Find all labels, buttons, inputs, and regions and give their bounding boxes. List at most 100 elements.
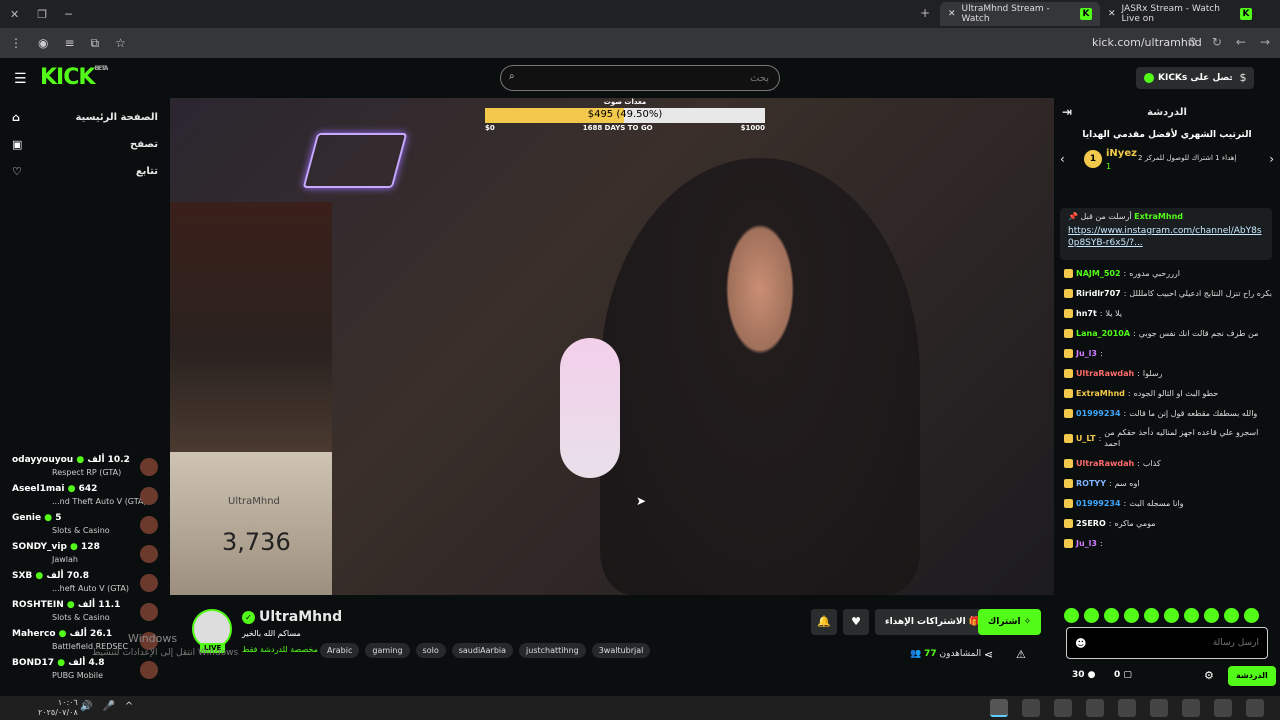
emote-icon[interactable] — [1164, 608, 1179, 623]
taskbar-search-icon[interactable] — [1214, 699, 1232, 717]
chat-send-button[interactable]: الدردشة — [1228, 666, 1276, 686]
recommended-channel[interactable]: 128 ● SONDY_vip Jawlah — [0, 540, 170, 569]
chat-username[interactable]: hn7t — [1076, 308, 1097, 319]
recommended-channel[interactable]: 5 ● Genie Slots & Casino — [0, 511, 170, 540]
kicks-balance[interactable]: 30 ● — [1072, 670, 1096, 680]
channel-points[interactable]: 0 ▢ — [1114, 670, 1132, 680]
chat-input-box[interactable]: ☻ — [1066, 627, 1268, 659]
forward-icon[interactable]: → — [1260, 35, 1270, 49]
sidebar-item-home[interactable]: الصفحة الرئيسية ⌂ — [0, 104, 170, 131]
file-explorer-icon[interactable] — [1150, 699, 1168, 717]
stream-tag[interactable]: saudiAarbia — [451, 643, 514, 658]
chevron-right-icon[interactable]: › — [1269, 152, 1274, 166]
chevron-left-icon[interactable]: ‹ — [1060, 152, 1065, 166]
chat-username[interactable]: 2SERO — [1076, 518, 1106, 529]
chat-username[interactable]: Ju_l3 — [1076, 348, 1097, 359]
leader-username[interactable]: iNyez — [1106, 148, 1137, 159]
recommended-channel[interactable]: 4.8 ألف ● BOND17 PUBG Mobile — [0, 656, 170, 685]
extensions-icon[interactable]: ⧉ — [91, 36, 100, 51]
hamburger-menu-icon[interactable]: ☰ — [14, 71, 27, 87]
chat-username[interactable]: 01999234 — [1076, 498, 1121, 509]
browser-tab-inactive[interactable]: ✕ JASRx Stream - Watch Live on K — [1100, 2, 1260, 26]
window-minimize-icon[interactable]: ─ — [65, 8, 72, 21]
reading-list-icon[interactable]: ≡ — [64, 36, 74, 51]
chat-username[interactable]: 01999234 — [1076, 408, 1121, 419]
emote-icon[interactable] — [1144, 608, 1159, 623]
edge-icon[interactable] — [1182, 699, 1200, 717]
emote-icon[interactable] — [1244, 608, 1259, 623]
url-field[interactable]: kick.com/ultramhnd — [1092, 36, 1202, 49]
stream-tag[interactable]: solo — [415, 643, 446, 658]
chat-message-input[interactable] — [1099, 638, 1259, 648]
bookmark-star-icon[interactable]: ☆ — [115, 36, 126, 51]
report-icon[interactable]: ⚠ — [1016, 648, 1026, 661]
emote-icon[interactable] — [1204, 608, 1219, 623]
emote-icon[interactable] — [1064, 608, 1079, 623]
chat-username[interactable]: Lana_2010A — [1076, 328, 1130, 339]
emote-icon[interactable] — [1084, 608, 1099, 623]
notification-bell-button[interactable]: 🔔 — [811, 609, 837, 635]
chat-username[interactable]: ROTYY — [1076, 478, 1106, 489]
back-icon[interactable]: ← — [1236, 35, 1246, 49]
recommended-channel[interactable]: 70.8 ألف ● SXB ...heft Auto V (GTA) — [0, 569, 170, 598]
menu-dots-icon[interactable]: ⋮ — [10, 36, 22, 51]
chat-username[interactable]: NAJM_502 — [1076, 268, 1121, 279]
chat-username[interactable]: Ju_l3 — [1076, 538, 1097, 549]
pinned-link[interactable]: https://www.instagram.com/channel/AbY8s0… — [1068, 225, 1264, 249]
sidebar-item-following[interactable]: تتابع ♡ — [0, 158, 170, 185]
share-icon[interactable]: ⋖ — [984, 648, 993, 661]
volume-icon[interactable]: 🔊 — [80, 701, 92, 712]
taskbar-app-icon[interactable] — [1022, 699, 1040, 717]
search-box[interactable]: ⌕ — [500, 65, 780, 91]
chat-settings-icon[interactable]: ⚙ — [1204, 669, 1214, 682]
stream-tag[interactable]: gaming — [365, 643, 410, 658]
video-player[interactable]: معدات صوت $495 (49.50%) $0 1688 DAYS TO … — [170, 98, 1054, 595]
sidebar-item-browse[interactable]: تصفح ▣ — [0, 131, 170, 158]
follow-heart-button[interactable]: ♥ — [843, 609, 869, 635]
start-menu-icon[interactable] — [1246, 699, 1264, 717]
streamer-name[interactable]: UltraMhnd — [259, 609, 342, 625]
tab-close-icon[interactable]: ✕ — [1108, 9, 1116, 19]
emote-icon[interactable] — [1104, 608, 1119, 623]
mic-icon[interactable]: 🎤 — [102, 701, 114, 712]
search-input[interactable] — [511, 72, 769, 84]
recommended-channel[interactable]: 11.1 ألف ● ROSHTEIN Slots & Casino — [0, 598, 170, 627]
emote-icon[interactable] — [1224, 608, 1239, 623]
chat-username[interactable]: ExtraMhnd — [1076, 388, 1125, 399]
tab-close-icon[interactable]: ✕ — [948, 9, 956, 19]
profile-icon[interactable]: ◉ — [38, 36, 48, 51]
chat-username[interactable]: Riridlr707 — [1076, 288, 1121, 299]
taskbar-app-icon[interactable] — [1054, 699, 1072, 717]
chat-username[interactable]: UltraRawdah — [1076, 368, 1134, 379]
user-menu-button[interactable]: $ — [1232, 67, 1254, 89]
stream-category[interactable]: مخصصة للدردشة فقط — [242, 645, 318, 654]
recommended-channel[interactable]: 642 ● Aseel1mai ...nd Theft Auto V (GTA) — [0, 482, 170, 511]
collapse-chat-icon[interactable]: ⇥ — [1062, 105, 1072, 119]
window-close-icon[interactable]: ✕ — [10, 8, 19, 21]
emote-icon[interactable] — [1124, 608, 1139, 623]
get-kicks-button[interactable]: احصل على KICKs — [1136, 67, 1247, 89]
gift-subs-button[interactable]: الاشتراكات الإهداء 🎁 — [875, 609, 991, 635]
stream-tag[interactable]: Arabic — [320, 643, 360, 658]
new-tab-button[interactable]: + — [920, 6, 930, 20]
taskbar-clock[interactable]: ١٠:٠٦ ٢٠٢٥/٠٧/٠٨ — [38, 698, 78, 718]
site-settings-icon[interactable]: ⚙ — [1187, 35, 1198, 49]
chrome-icon[interactable] — [1118, 699, 1136, 717]
recommended-channel[interactable]: 10.2 ألف ● odayyouyou Respect RP (GTA) — [0, 453, 170, 482]
stream-tag[interactable]: 3waltubrjal — [591, 643, 651, 658]
chat-username[interactable]: U_LT — [1076, 433, 1096, 444]
reload-icon[interactable]: ↻ — [1212, 35, 1222, 49]
channel-avatar — [140, 545, 158, 563]
subscribe-button[interactable]: اشتراك ✧ — [978, 609, 1042, 635]
tray-chevron-icon[interactable]: ^ — [125, 701, 133, 712]
chat-username[interactable]: UltraRawdah — [1076, 458, 1134, 469]
emoji-picker-icon[interactable]: ☻ — [1075, 637, 1086, 650]
browser-tab-active[interactable]: ✕ UltraMhnd Stream - Watch K — [940, 2, 1100, 26]
channel-avatar — [140, 661, 158, 679]
window-restore-icon[interactable]: ❐ — [37, 8, 47, 21]
kick-logo[interactable]: KICKBETA — [40, 65, 108, 90]
stream-tag[interactable]: justchattihng — [519, 643, 586, 658]
emote-icon[interactable] — [1184, 608, 1199, 623]
taskbar-app-icon[interactable] — [990, 699, 1008, 717]
taskbar-app-icon[interactable] — [1086, 699, 1104, 717]
